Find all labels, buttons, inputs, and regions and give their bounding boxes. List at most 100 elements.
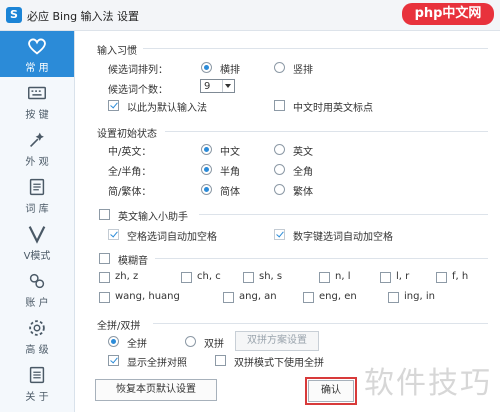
sidebar-item-appearance[interactable]: 外 观 [0,125,74,171]
sidebar-item-keys[interactable]: 按 键 [0,78,74,124]
radio-vertical-label: 竖排 [293,65,313,76]
radio-chinese[interactable] [201,144,212,155]
sidebar-item-dictionary[interactable]: 词 库 [0,172,74,218]
checkbox-fuzzy-f-h[interactable] [436,272,447,283]
section-title-input-habit: 输入习惯 [97,46,137,57]
radio-double-pinyin[interactable] [185,336,196,347]
confirm-button[interactable]: 确认 [305,377,357,405]
radio-full-pinyin[interactable] [108,336,119,347]
sidebar-item-about[interactable]: 关 于 [0,360,74,406]
checkbox-fuzzy-wang-huang[interactable] [99,292,110,303]
keyboard-icon [28,86,46,100]
checkbox-digit-space[interactable] [274,229,285,240]
divider [143,48,488,49]
fuzzy-ing-in-label: ing, in [404,291,435,302]
count-label: 候选词个数： [108,85,168,96]
palette-icon [29,132,44,148]
divider [199,214,488,215]
radio-full-width-label: 全角 [293,167,313,178]
checkbox-fuzzy-sh-s[interactable] [243,272,254,283]
radio-full-width[interactable] [274,164,285,175]
checkbox-fuzzy-ing-in[interactable] [388,292,399,303]
radio-simplified-label: 简体 [220,187,240,198]
sidebar-item-advanced[interactable]: 高 级 [0,313,74,359]
fuzzy-n-l-label: n, l [335,271,351,282]
double-pinyin-scheme-button[interactable]: 双拼方案设置 [235,331,319,351]
fuzzy-ch-c-label: ch, c [197,271,221,282]
title-bar: S 必应 Bing 输入法 设置 php中文网 [0,0,500,31]
checkbox-fuzzy-l-r[interactable] [380,272,391,283]
radio-vertical[interactable] [274,62,285,73]
sidebar-item-label: V模式 [23,251,51,262]
script-label: 简/繁体： [108,187,152,198]
settings-content: 输入习惯 候选词排列： 横排 竖排 候选词个数： 9 以此为默认输入法 中文时用… [75,31,500,412]
heart-icon [28,38,46,55]
checkbox-fuzzy-eng-en[interactable] [303,292,314,303]
radio-double-pinyin-label: 双拼 [204,339,224,350]
sidebar-item-label: 词 库 [25,204,49,215]
radio-half-width[interactable] [201,164,212,175]
checkbox-auto-space[interactable] [108,229,119,240]
divider [165,131,488,132]
book-icon [29,178,45,196]
gear-icon [29,320,45,336]
width-label: 全/半角： [108,167,152,178]
fuzzy-eng-en-label: eng, en [319,291,357,302]
radio-horizontal-label: 横排 [220,65,240,76]
candidate-count-value: 9 [204,81,211,92]
radio-traditional-label: 繁体 [293,187,313,198]
arrangement-label: 候选词排列： [108,65,168,76]
checkbox-show-full-pinyin[interactable] [108,355,119,366]
fuzzy-sh-s-label: sh, s [259,271,283,282]
checkbox-default-ime[interactable] [108,100,119,111]
section-title-english-helper: 英文输入小助手 [118,212,188,223]
section-title-init-state: 设置初始状态 [97,129,157,140]
checkbox-double-use-full[interactable] [215,355,226,366]
checkbox-fuzzy[interactable] [99,253,110,264]
checkbox-english-helper[interactable] [99,209,110,220]
restore-defaults-button[interactable]: 恢复本页默认设置 [95,379,217,401]
window-title: 必应 Bing 输入法 设置 [27,10,140,23]
section-title-pinyin: 全拼/双拼 [97,321,141,332]
user-icon [29,273,45,289]
radio-chinese-label: 中文 [220,147,240,158]
divider [155,258,488,259]
checkbox-english-punct[interactable] [274,100,285,111]
default-ime-label: 以此为默认输入法 [127,103,207,114]
sidebar-item-common[interactable]: 常 用 [0,31,74,77]
auto-space-label: 空格选词自动加空格 [127,232,217,243]
watermark-logo: php中文网 [402,3,494,25]
sidebar-item-account[interactable]: 账 户 [0,266,74,312]
digit-space-label: 数字键选词自动加空格 [293,232,393,243]
fuzzy-wang-huang-label: wang, huang [115,291,180,302]
sidebar-item-label: 外 观 [25,157,49,168]
radio-half-width-label: 半角 [220,167,240,178]
candidate-count-select[interactable]: 9 [200,79,235,93]
checkbox-fuzzy-zh-z[interactable] [99,272,110,283]
sidebar: 常 用 按 键 外 观 词 库 V模式 账 户 高 级 关 于 [0,31,75,412]
v-letter-icon [28,226,46,244]
show-full-pinyin-label: 显示全拼对照 [127,358,187,369]
cn-en-label: 中/英文： [108,147,152,158]
sidebar-item-v-mode[interactable]: V模式 [0,219,74,265]
radio-english[interactable] [274,144,285,155]
checkbox-fuzzy-n-l[interactable] [319,272,330,283]
radio-full-pinyin-label: 全拼 [127,339,147,350]
radio-traditional[interactable] [274,184,285,195]
chevron-down-icon [222,80,234,92]
sidebar-item-label: 关 于 [25,392,49,403]
info-icon [29,366,45,384]
sidebar-item-label: 按 键 [25,110,49,121]
radio-simplified[interactable] [201,184,212,195]
sidebar-item-label: 高 级 [25,345,49,356]
section-title-fuzzy: 模糊音 [118,256,148,267]
fuzzy-ang-an-label: ang, an [239,291,277,302]
fuzzy-l-r-label: l, r [396,271,410,282]
sidebar-item-label: 常 用 [25,63,49,74]
radio-horizontal[interactable] [201,62,212,73]
fuzzy-f-h-label: f, h [452,271,469,282]
english-punct-label: 中文时用英文标点 [293,103,373,114]
watermark-text: 软件技巧 [364,366,492,401]
checkbox-fuzzy-ang-an[interactable] [223,292,234,303]
checkbox-fuzzy-ch-c[interactable] [181,272,192,283]
